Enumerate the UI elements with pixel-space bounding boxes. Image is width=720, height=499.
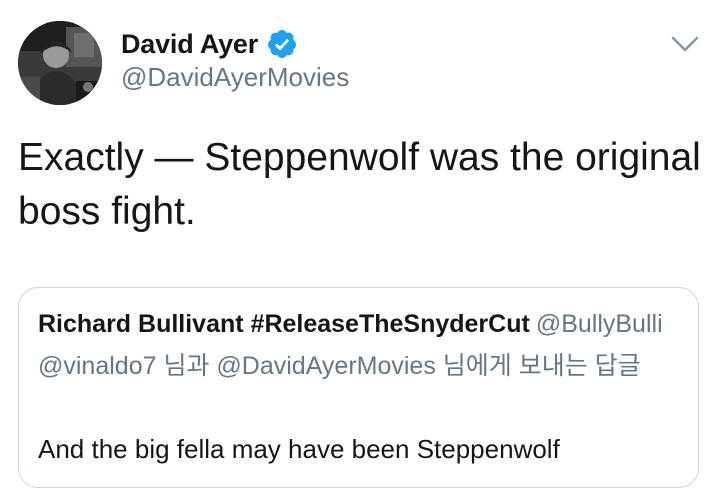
- verified-badge-icon: [266, 28, 298, 60]
- quoted-tweet-text: And the big fella may have been Steppenw…: [38, 434, 560, 464]
- quoted-reply-context: @vinaldo7 님과 @DavidAyerMovies 님에게 보내는 답글: [38, 352, 641, 380]
- quoted-author-handle: @BullyBulli: [535, 310, 663, 338]
- chevron-down-icon[interactable]: [669, 32, 701, 56]
- author-handle[interactable]: @DavidAyerMovies: [121, 62, 349, 93]
- quoted-tweet-card[interactable]: Richard Bullivant #ReleaseTheSnyderCut @B…: [18, 287, 699, 488]
- avatar[interactable]: [18, 21, 102, 105]
- author-name-row[interactable]: David Ayer: [121, 26, 298, 62]
- quoted-author-name: Richard Bullivant #ReleaseTheSnyderCut: [38, 310, 530, 338]
- avatar-image: [18, 21, 102, 105]
- tweet-text: Exactly — Steppenwolf was the original b…: [18, 136, 701, 233]
- author-display-name[interactable]: David Ayer: [121, 29, 258, 60]
- quoted-tweet-header: Richard Bullivant #ReleaseTheSnyderCut @B…: [38, 309, 663, 339]
